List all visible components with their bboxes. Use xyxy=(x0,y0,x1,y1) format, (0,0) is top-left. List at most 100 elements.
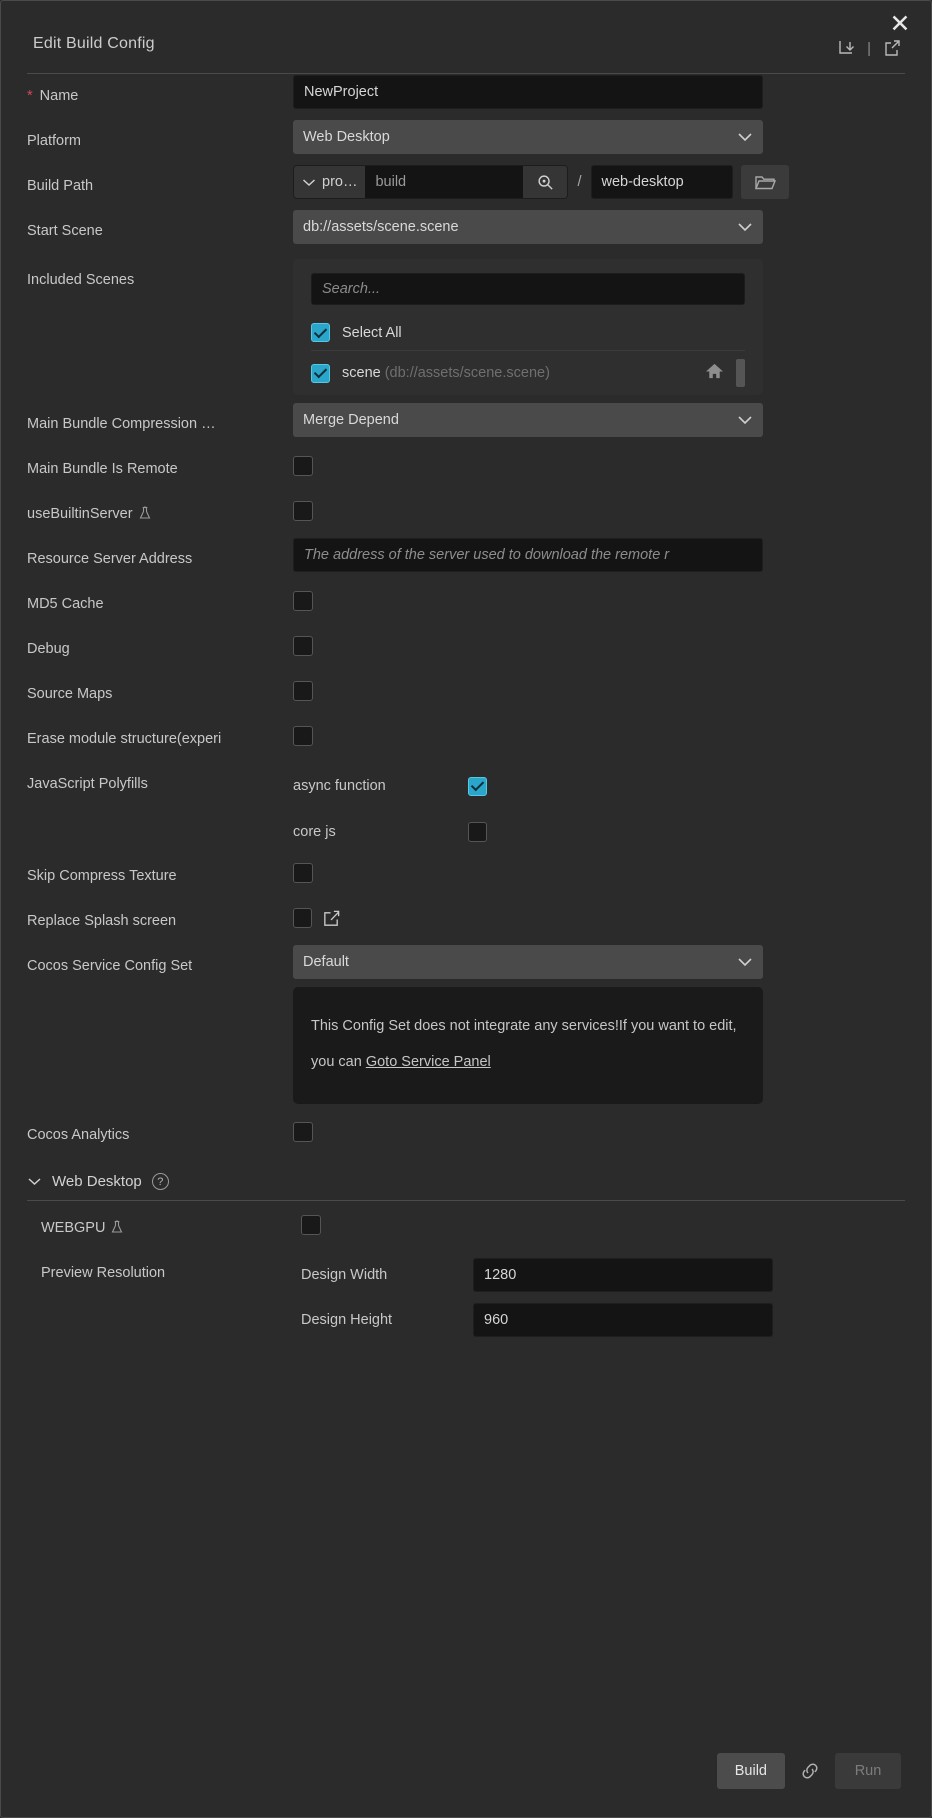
row-skip-compress-texture: Skip Compress Texture xyxy=(27,855,905,900)
source-maps-checkbox[interactable] xyxy=(293,681,313,701)
web-desktop-section-title: Web Desktop xyxy=(52,1173,142,1191)
md5-cache-checkbox[interactable] xyxy=(293,591,313,611)
label-main-bundle-compression: Main Bundle Compression … xyxy=(27,416,216,432)
web-desktop-form: WEBGPU Preview Resolution Design Width 1… xyxy=(1,1207,931,1342)
row-name: * Name NewProject xyxy=(27,75,905,120)
scene-name: scene xyxy=(342,365,381,381)
build-button[interactable]: Build xyxy=(716,1753,785,1789)
skip-compress-texture-checkbox[interactable] xyxy=(293,863,313,883)
chevron-down-icon xyxy=(737,132,753,142)
goto-service-panel-link[interactable]: Goto Service Panel xyxy=(366,1054,491,1070)
row-source-maps: Source Maps xyxy=(27,673,905,718)
cocos-analytics-checkbox[interactable] xyxy=(293,1122,313,1143)
polyfill-async-function-row: async function xyxy=(293,763,905,809)
name-input[interactable]: NewProject xyxy=(293,75,763,109)
label-resource-server-address: Resource Server Address xyxy=(27,551,193,567)
edit-pencil-icon[interactable] xyxy=(322,909,341,928)
label-name: * Name xyxy=(27,88,79,104)
build-path-prefix-dropdown[interactable]: pro… build xyxy=(293,165,569,199)
path-separator: / xyxy=(577,174,582,190)
help-icon[interactable]: ? xyxy=(151,1173,169,1191)
polyfill-core-js-row: core js xyxy=(293,809,905,855)
main-bundle-is-remote-checkbox[interactable] xyxy=(293,456,313,476)
build-path-folder-input[interactable]: web-desktop xyxy=(590,165,733,199)
cocos-service-config-set-value: Default xyxy=(303,954,349,970)
row-cocos-service-config-set: Cocos Service Config Set Default This Co… xyxy=(27,945,905,1105)
platform-value: Web Desktop xyxy=(303,129,390,145)
dialog-footer: Build Run xyxy=(1,1753,931,1789)
select-all-checkbox[interactable] xyxy=(311,323,330,342)
platform-select[interactable]: Web Desktop xyxy=(293,120,763,154)
label-md5-cache: MD5 Cache xyxy=(27,596,104,612)
scenes-search-input[interactable]: Search... xyxy=(311,273,745,305)
start-scene-value: db://assets/scene.scene xyxy=(303,219,459,235)
dialog-titlebar: Edit Build Config ✕ | xyxy=(1,1,931,75)
row-md5-cache: MD5 Cache xyxy=(27,583,905,628)
run-button[interactable]: Run xyxy=(835,1753,901,1789)
chevron-down-icon xyxy=(737,415,753,425)
export-config-icon[interactable] xyxy=(881,37,903,59)
chevron-down-icon xyxy=(737,222,753,232)
search-icon[interactable] xyxy=(523,166,568,198)
row-cocos-analytics: Cocos Analytics xyxy=(27,1114,905,1159)
erase-module-structure-checkbox[interactable] xyxy=(293,726,313,746)
scrollbar-thumb[interactable] xyxy=(736,359,745,387)
build-path-input[interactable]: build xyxy=(365,166,524,198)
label-debug: Debug xyxy=(27,641,70,657)
scene-checkbox[interactable] xyxy=(311,363,330,383)
webgpu-checkbox[interactable] xyxy=(301,1215,321,1236)
row-debug: Debug xyxy=(27,628,905,673)
list-item[interactable]: scene (db://assets/scene.scene) xyxy=(311,351,745,395)
start-scene-select[interactable]: db://assets/scene.scene xyxy=(293,210,763,244)
row-replace-splash-screen: Replace Splash screen xyxy=(27,900,905,945)
design-width-input[interactable]: 1280 xyxy=(473,1257,773,1292)
header-divider: | xyxy=(867,39,871,57)
web-desktop-section-header[interactable]: Web Desktop ? xyxy=(1,1159,931,1200)
edit-build-config-dialog: Edit Build Config ✕ | * Name NewProject … xyxy=(0,0,932,1818)
experimental-flask-icon xyxy=(138,506,152,524)
dialog-title: Edit Build Config xyxy=(33,35,155,52)
label-main-bundle-is-remote: Main Bundle Is Remote xyxy=(27,461,178,477)
label-build-path: Build Path xyxy=(27,178,94,194)
web-desktop-section-rule xyxy=(27,1200,905,1202)
row-main-bundle-compression: Main Bundle Compression … Merge Depend xyxy=(27,403,905,448)
row-start-scene: Start Scene db://assets/scene.scene xyxy=(27,210,905,255)
home-icon[interactable] xyxy=(705,362,724,385)
row-webgpu: WEBGPU xyxy=(27,1207,905,1252)
header-divider-rule xyxy=(27,73,905,74)
label-skip-compress-texture: Skip Compress Texture xyxy=(27,868,177,884)
design-height-label: Design Height xyxy=(301,1311,393,1328)
replace-splash-screen-checkbox[interactable] xyxy=(293,908,312,928)
included-scenes-panel: Search... Select All scene (db://assets/… xyxy=(293,259,763,395)
use-builtin-server-checkbox[interactable] xyxy=(293,501,313,521)
row-javascript-polyfills: JavaScript Polyfills async function core… xyxy=(27,763,905,855)
label-start-scene: Start Scene xyxy=(27,223,103,239)
experimental-flask-icon xyxy=(110,1220,124,1238)
config-form: * Name NewProject Platform Web Desktop Bu… xyxy=(1,75,931,1159)
cocos-service-config-set-select[interactable]: Default xyxy=(293,945,763,979)
design-height-row: Design Height 960 xyxy=(301,1297,905,1342)
select-all-row[interactable]: Select All xyxy=(311,315,745,351)
main-bundle-compression-select[interactable]: Merge Depend xyxy=(293,403,763,437)
import-config-icon[interactable] xyxy=(835,37,857,59)
folder-icon[interactable] xyxy=(740,165,789,199)
chevron-down-icon xyxy=(302,178,316,187)
build-path-group: pro… build / web-desktop xyxy=(293,165,905,199)
row-resource-server-address: Resource Server Address The address of t… xyxy=(27,538,905,583)
design-width-label: Design Width xyxy=(301,1266,388,1283)
polyfill-async-function-checkbox[interactable] xyxy=(468,776,487,796)
debug-checkbox[interactable] xyxy=(293,636,313,656)
close-icon[interactable]: ✕ xyxy=(883,7,917,41)
link-chain-icon[interactable] xyxy=(797,1758,823,1784)
row-platform: Platform Web Desktop xyxy=(27,120,905,165)
polyfill-async-function-label: async function xyxy=(293,778,386,794)
resource-server-address-input[interactable]: The address of the server used to downlo… xyxy=(293,538,763,572)
header-actions: | xyxy=(835,37,903,59)
design-height-input[interactable]: 960 xyxy=(473,1302,773,1337)
label-cocos-analytics: Cocos Analytics xyxy=(27,1127,130,1144)
main-bundle-compression-value: Merge Depend xyxy=(303,412,399,428)
polyfill-core-js-checkbox[interactable] xyxy=(468,822,487,842)
label-javascript-polyfills: JavaScript Polyfills xyxy=(27,776,148,792)
build-path-prefix: pro… xyxy=(322,174,358,190)
row-included-scenes: Included Scenes Search... Select All sce… xyxy=(27,259,905,395)
